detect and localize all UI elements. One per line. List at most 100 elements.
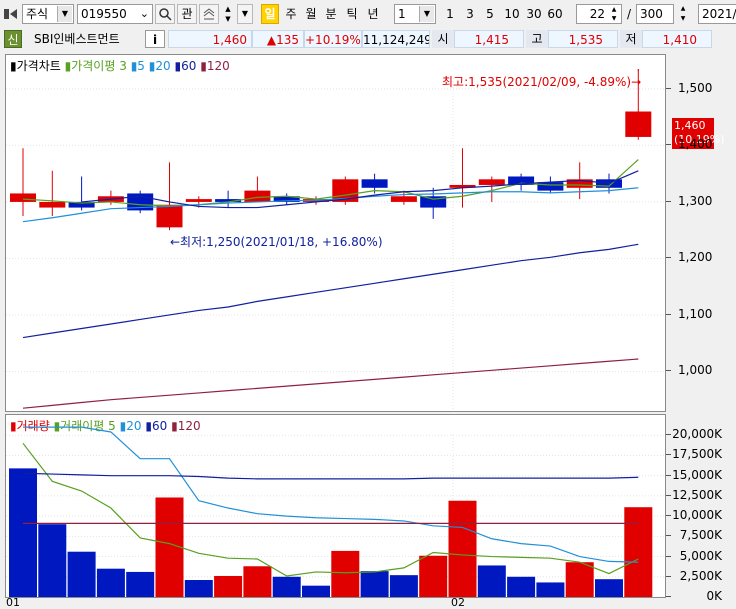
code-input[interactable]: 019550 ⌄ xyxy=(77,4,153,24)
spinner-icon: ▲ ▼ xyxy=(611,6,617,22)
volume-bar xyxy=(507,576,536,597)
ma-line-120 xyxy=(22,358,639,409)
change-value: ▲135 xyxy=(252,30,304,48)
volume-tick-label: 0K xyxy=(706,589,722,603)
volume-tick-mark xyxy=(666,555,671,557)
up-down-spinner[interactable]: ▲ ▼ xyxy=(221,4,235,24)
volume-value: 11,124,249 xyxy=(362,30,430,48)
volume-bar xyxy=(214,575,243,597)
ma-line-5 xyxy=(22,187,639,223)
volume-tick-label: 7,500K xyxy=(679,528,722,543)
candle-body xyxy=(244,190,271,202)
volume-bar xyxy=(67,551,96,597)
current-price: 1,460 xyxy=(168,30,252,48)
stock-name: SBI인베스트먼트 xyxy=(24,30,142,48)
x-label-feb: 02 xyxy=(451,596,465,609)
credit-badge: 신 xyxy=(4,30,22,48)
volume-chart xyxy=(6,426,665,597)
candle-body xyxy=(625,111,652,137)
period-tick-button[interactable]: 틱 xyxy=(343,4,361,24)
interval-select[interactable]: 1 ▼ xyxy=(394,4,436,24)
period-day-button[interactable]: 일 xyxy=(261,4,279,24)
price-tick-label: 1,200 xyxy=(678,250,713,265)
chevron-down-icon: ⌄ xyxy=(139,7,149,20)
volume-tick-mark xyxy=(666,474,671,476)
volume-tick-label: 5,000K xyxy=(679,548,722,563)
change-amount: 135 xyxy=(276,33,299,47)
candle-body xyxy=(361,179,388,188)
open-value: 1,415 xyxy=(454,30,524,48)
volume-tick-mark xyxy=(666,596,671,597)
volume-bar xyxy=(624,507,653,597)
market-select-value: 주식 xyxy=(26,7,49,21)
volume-tick-mark xyxy=(666,434,671,436)
interval-30-button[interactable]: 30 xyxy=(524,4,544,24)
candle-body xyxy=(390,196,417,202)
low-annotation: ←최저:1,250(2021/01/18, +16.80%) xyxy=(170,235,383,249)
volume-tick-label: 2,500K xyxy=(679,568,722,583)
interval-1-button[interactable]: 1 xyxy=(442,4,458,24)
settings-dropdown[interactable]: ▼ xyxy=(237,4,253,24)
page-total-value: 300 xyxy=(640,7,663,21)
interval-3-button[interactable]: 3 xyxy=(462,4,478,24)
date-input[interactable]: 2021/0 xyxy=(698,4,736,24)
candle-body xyxy=(537,182,564,191)
interval-5-button[interactable]: 5 xyxy=(482,4,498,24)
menu-toggle-icon[interactable] xyxy=(3,6,19,22)
period-minute-button[interactable]: 분 xyxy=(322,4,340,24)
volume-tick-mark xyxy=(666,515,671,517)
candle-body xyxy=(185,199,212,202)
page-total-input[interactable]: 300 xyxy=(636,4,674,24)
volume-tick-mark xyxy=(666,454,671,456)
volume-bar xyxy=(272,576,301,597)
volume-bar xyxy=(96,568,125,597)
volume-bar xyxy=(595,579,623,597)
price-chart-panel[interactable]: ▮가격차트 ▮가격이평 3 ▮5 ▮20 ▮60 ▮120 최고:1,535(2… xyxy=(5,54,666,412)
code-input-value: 019550 xyxy=(81,7,127,21)
period-year-button[interactable]: 년 xyxy=(364,4,382,24)
candle-body xyxy=(478,179,505,185)
candle-body xyxy=(39,201,66,208)
search-button[interactable] xyxy=(155,4,175,24)
volume-tick-mark xyxy=(666,535,671,537)
high-annotation: 최고:1,535(2021/02/09, -4.89%)→ xyxy=(442,75,642,89)
search-icon xyxy=(159,8,172,21)
volume-bar xyxy=(565,562,594,597)
step-icon[interactable]: ▲ ▼ xyxy=(676,4,690,24)
volume-bar xyxy=(184,580,213,597)
chevron-up-icon[interactable]: ▲ xyxy=(221,4,235,14)
volume-bar xyxy=(360,571,389,597)
interval-10-button[interactable]: 10 xyxy=(502,4,522,24)
interval-60-button[interactable]: 60 xyxy=(545,4,565,24)
price-tick-mark xyxy=(666,257,671,259)
volume-tick-label: 20,000K xyxy=(672,427,722,442)
chevron-down-icon: ▼ xyxy=(57,6,72,22)
volume-bar xyxy=(9,468,37,597)
chevron-down-icon[interactable]: ▼ xyxy=(221,14,235,24)
volume-chart-panel[interactable]: ▮거래량 ▮거래이평 5 ▮20 ▮60 ▮120 xyxy=(5,414,666,598)
price-tick-label: 1,500 xyxy=(678,80,713,95)
period-month-button[interactable]: 월 xyxy=(302,4,320,24)
x-label-jan: 01 xyxy=(6,596,20,609)
related-button[interactable]: 관 xyxy=(177,4,197,24)
volume-bar xyxy=(419,555,448,597)
scroll-button[interactable] xyxy=(199,4,219,24)
volume-bar xyxy=(38,524,67,597)
volume-tick-mark xyxy=(666,575,671,577)
volume-tick-label: 10,000K xyxy=(672,508,722,523)
page-current-input[interactable]: 22 ▲ ▼ xyxy=(576,4,622,24)
price-tick-label: 1,400 xyxy=(678,137,713,152)
period-week-button[interactable]: 주 xyxy=(282,4,300,24)
volume-bar xyxy=(302,585,330,597)
price-tick-mark xyxy=(666,87,671,89)
interval-select-value: 1 xyxy=(398,7,406,21)
page-current-value: 22 xyxy=(589,7,605,21)
volume-bar xyxy=(389,575,418,597)
chevron-down-icon: ▼ xyxy=(419,6,434,22)
volume-tick-mark xyxy=(666,494,671,496)
market-select[interactable]: 주식 ▼ xyxy=(22,4,74,24)
volume-bar xyxy=(536,582,565,597)
info-button[interactable]: i xyxy=(145,30,165,48)
low-label: 저 xyxy=(620,30,642,48)
high-label: 고 xyxy=(526,30,548,48)
